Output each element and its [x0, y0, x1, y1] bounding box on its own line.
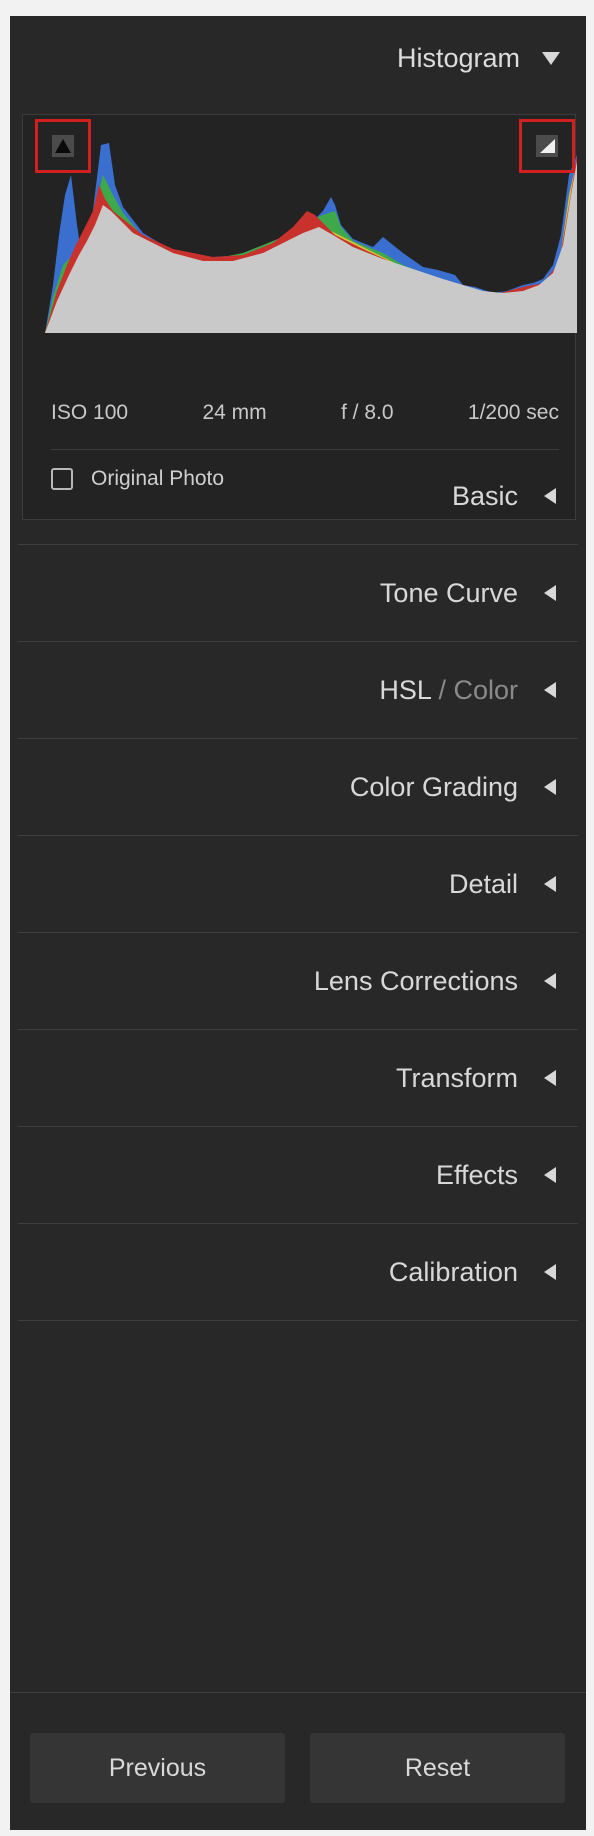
section-effects[interactable]: Effects — [18, 1127, 578, 1224]
develop-right-panel: Histogram ISO 100 24 mm f / 8.0 1/200 se… — [10, 16, 586, 1830]
collapse-triangle-icon[interactable] — [542, 51, 560, 65]
expand-triangle-icon — [544, 682, 556, 698]
hsl-tab[interactable]: HSL — [379, 675, 431, 705]
expand-triangle-icon — [544, 1264, 556, 1280]
expand-triangle-icon — [544, 779, 556, 795]
shadow-clipping-warning-icon — [52, 135, 74, 157]
exif-info-row: ISO 100 24 mm f / 8.0 1/200 sec — [51, 401, 559, 425]
expand-triangle-icon — [544, 488, 556, 504]
section-label: Transform — [395, 1062, 518, 1093]
aperture-value: f / 8.0 — [341, 401, 394, 424]
section-tone-curve[interactable]: Tone Curve — [18, 545, 578, 642]
section-hsl-color[interactable]: HSL / Color — [18, 642, 578, 739]
histogram-graph — [45, 143, 577, 333]
expand-triangle-icon — [544, 973, 556, 989]
section-label: Tone Curve — [379, 577, 518, 608]
shadow-clipping-button[interactable] — [35, 119, 91, 173]
tab-separator: / — [438, 674, 446, 705]
section-label: Calibration — [388, 1256, 518, 1287]
histogram-header[interactable]: Histogram — [10, 38, 586, 78]
iso-value: ISO 100 — [51, 401, 129, 424]
focal-length-value: 24 mm — [202, 401, 267, 424]
section-transform[interactable]: Transform — [18, 1030, 578, 1127]
section-label: Effects — [435, 1159, 518, 1190]
expand-triangle-icon — [544, 1167, 556, 1183]
section-label: Basic — [451, 480, 518, 511]
section-calibration[interactable]: Calibration — [18, 1224, 578, 1321]
shutter-speed-value: 1/200 sec — [467, 401, 559, 424]
section-label: HSL / Color — [379, 675, 518, 706]
highlight-clipping-button[interactable] — [519, 119, 575, 173]
expand-triangle-icon — [544, 585, 556, 601]
section-label: Lens Corrections — [313, 965, 518, 996]
color-tab[interactable]: Color — [453, 675, 518, 705]
section-lens-corrections[interactable]: Lens Corrections — [18, 933, 578, 1030]
histogram-luminance — [45, 161, 577, 333]
section-detail[interactable]: Detail — [18, 836, 578, 933]
histogram-title: Histogram — [396, 42, 520, 73]
section-color-grading[interactable]: Color Grading — [18, 739, 578, 836]
highlight-clipping-warning-icon — [536, 135, 558, 157]
section-label: Color Grading — [349, 771, 518, 802]
expand-triangle-icon — [544, 1070, 556, 1086]
section-basic[interactable]: Basic — [18, 448, 578, 545]
reset-button[interactable]: Reset — [310, 1733, 565, 1803]
section-label: Detail — [448, 868, 518, 899]
previous-button[interactable]: Previous — [30, 1733, 285, 1803]
expand-triangle-icon — [544, 876, 556, 892]
panel-footer: Previous Reset — [10, 1692, 586, 1831]
